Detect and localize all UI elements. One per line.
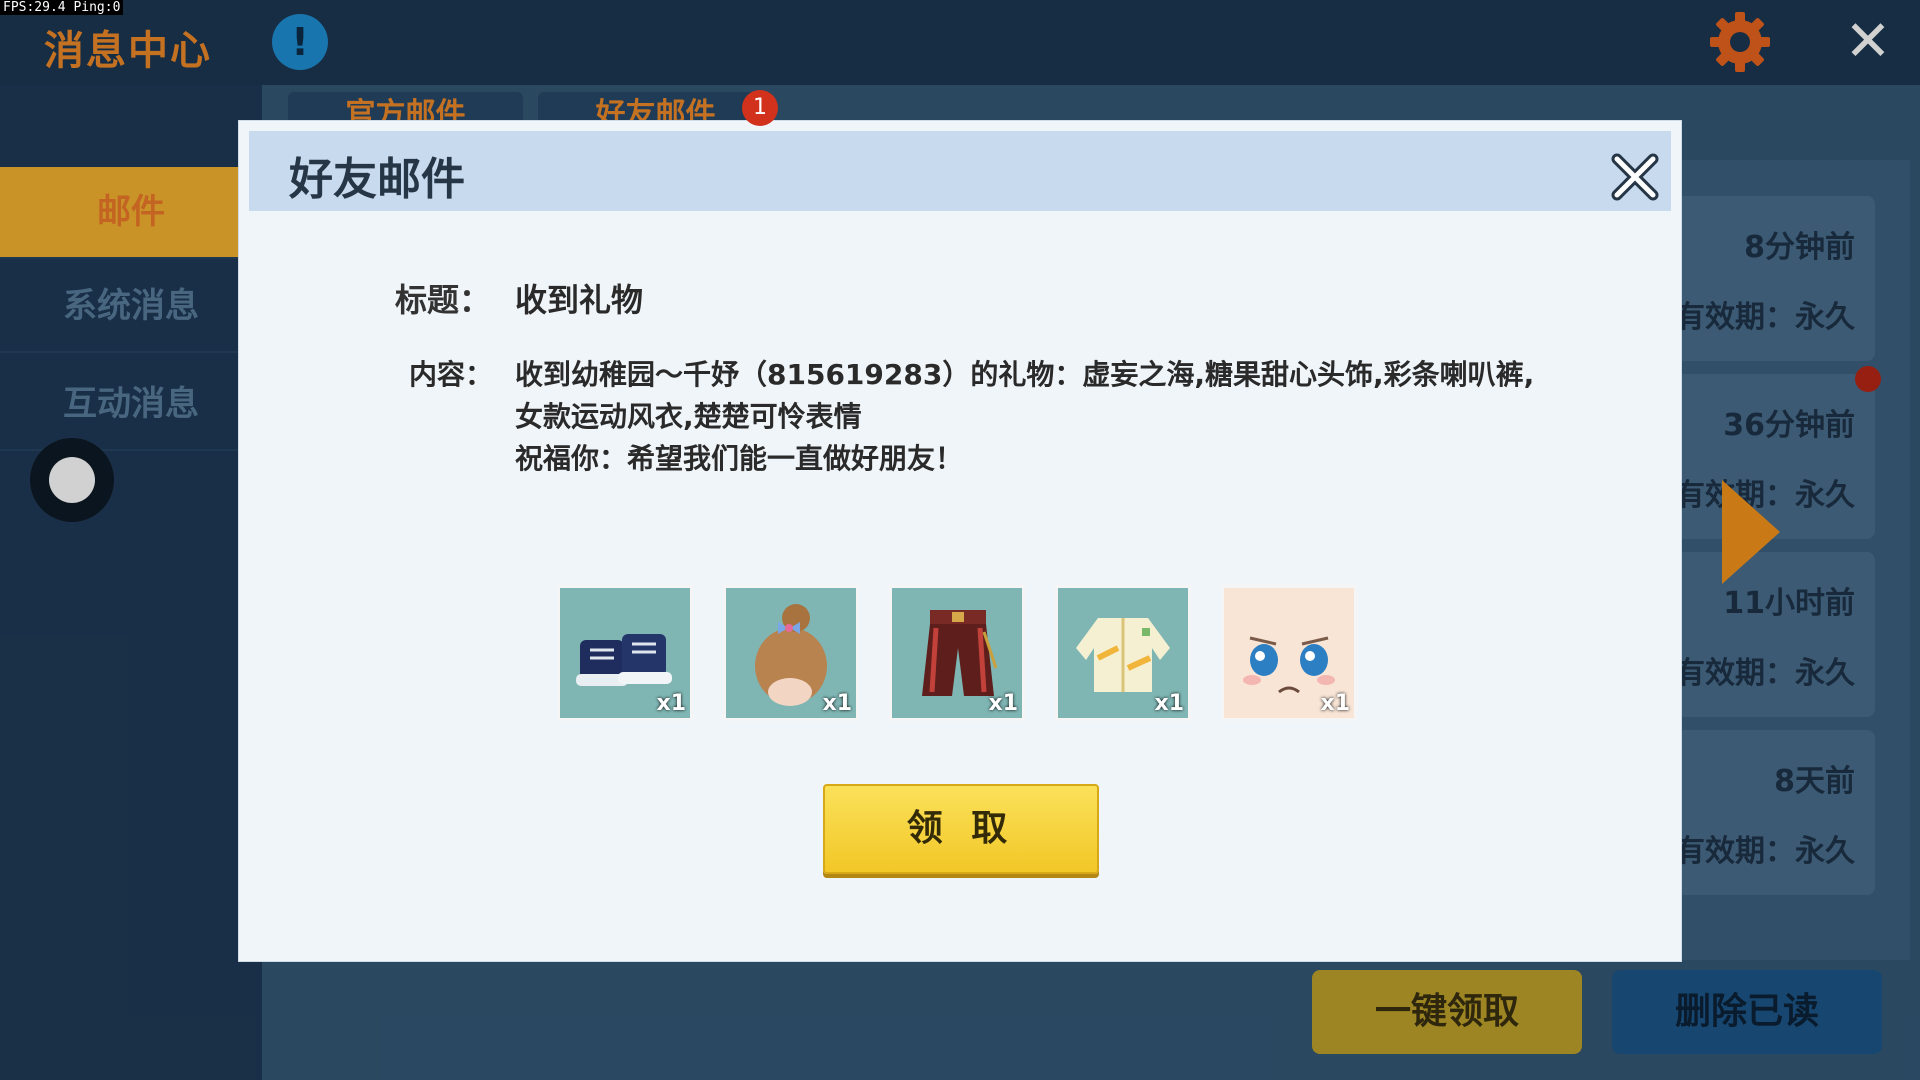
item-quantity: x1: [1320, 691, 1351, 716]
subject-label: 标题：: [395, 281, 492, 319]
dialog-close-icon[interactable]: [1609, 151, 1661, 203]
gift-item[interactable]: x1: [557, 585, 693, 721]
item-quantity: x1: [656, 691, 687, 716]
item-quantity: x1: [988, 691, 1019, 716]
content-line: 收到幼稚园～千妤（815619283）的礼物：虚妄之海,糖果甜心头饰,彩条喇叭裤…: [515, 358, 1535, 391]
claim-button[interactable]: 领 取: [823, 784, 1099, 874]
subject-value: 收到礼物: [515, 281, 644, 319]
fps-readout: FPS:29.4 Ping:0: [0, 0, 124, 15]
unread-badge: 1: [742, 90, 778, 126]
content-line: 祝福你：希望我们能一直做好朋友！: [515, 442, 964, 475]
item-quantity: x1: [822, 691, 853, 716]
item-quantity: x1: [1154, 691, 1185, 716]
content-label: 内容：: [409, 358, 494, 391]
dialog-header: 好友邮件: [249, 131, 1671, 211]
gift-item[interactable]: x1: [889, 585, 1025, 721]
dialog-title: 好友邮件: [289, 154, 465, 205]
content-line: 女款运动风衣,楚楚可怜表情: [515, 400, 862, 433]
gift-item[interactable]: x1: [723, 585, 859, 721]
gift-item[interactable]: x1: [1221, 585, 1357, 721]
friend-mail-dialog: 好友邮件 标题： 收到礼物 内容： 收到幼稚园～千妤（815619283）的礼物…: [238, 120, 1682, 962]
gift-item[interactable]: x1: [1055, 585, 1191, 721]
